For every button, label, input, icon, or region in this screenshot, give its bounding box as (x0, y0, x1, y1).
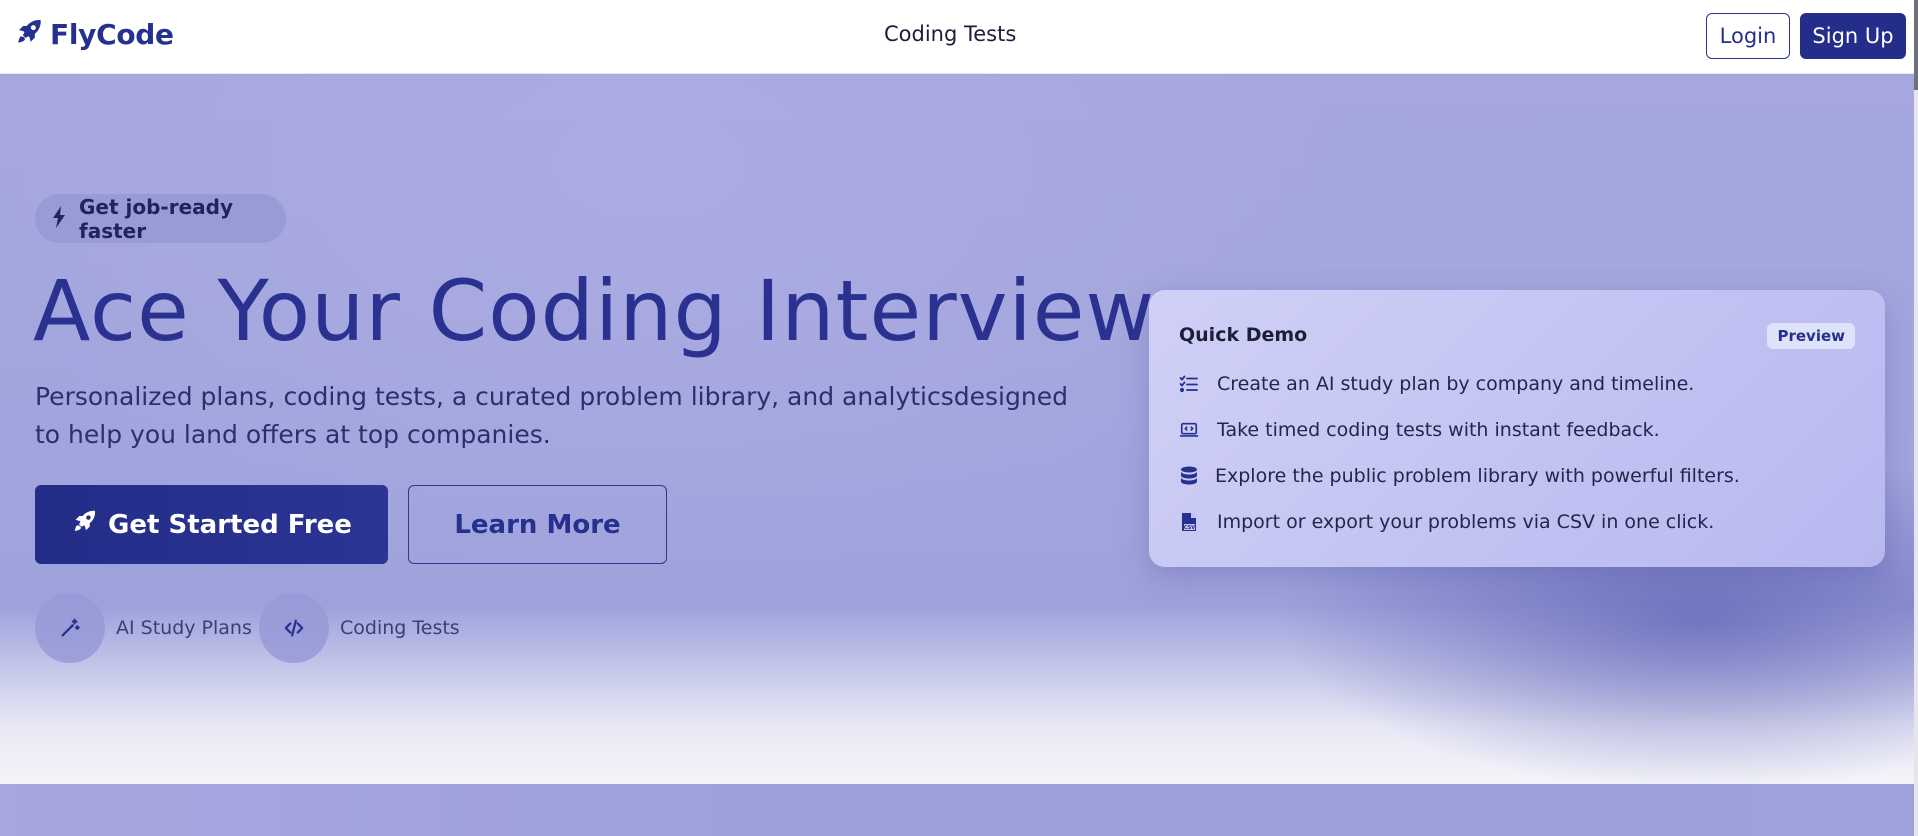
database-icon (1179, 466, 1197, 486)
brand-logo[interactable]: FlyCode (14, 17, 174, 51)
rocket-icon (14, 17, 44, 51)
top-nav: FlyCode Coding Tests Login Sign Up (0, 0, 1918, 74)
demo-item-text: Explore the public problem library with … (1215, 465, 1740, 487)
hero-subheading: Personalized plans, coding tests, a cura… (35, 382, 1068, 449)
nav-coding-tests-link[interactable]: Coding Tests (884, 22, 1016, 46)
feature-label: Coding Tests (340, 617, 460, 639)
demo-item-text: Take timed coding tests with instant fee… (1217, 419, 1660, 441)
next-section-band (0, 784, 1914, 836)
get-started-button[interactable]: Get Started Free (35, 485, 388, 564)
brand-name: FlyCode (50, 17, 174, 51)
magic-wand-icon (35, 593, 105, 663)
learn-more-button[interactable]: Learn More (408, 485, 667, 564)
demo-item: CSV Import or export your problems via C… (1179, 511, 1714, 533)
login-button[interactable]: Login (1706, 13, 1790, 59)
demo-item: Create an AI study plan by company and t… (1179, 373, 1694, 395)
demo-item: Take timed coding tests with instant fee… (1179, 419, 1660, 441)
feature-label: AI Study Plans (116, 617, 252, 639)
bolt-icon (50, 205, 68, 232)
feature-coding-tests: Coding Tests (259, 593, 460, 663)
demo-item-text: Import or export your problems via CSV i… (1217, 511, 1715, 533)
signup-button[interactable]: Sign Up (1800, 13, 1906, 59)
list-check-icon (1179, 374, 1199, 394)
hero-headline: Ace Your Coding Interviews (33, 262, 1200, 360)
feature-ai-study-plans: AI Study Plans (35, 593, 252, 663)
tagline-text: Get job-ready faster (79, 194, 233, 243)
code-icon (259, 593, 329, 663)
quick-demo-card: Quick Demo Preview Create an AI study pl… (1149, 290, 1885, 567)
demo-item-text: Create an AI study plan by company and t… (1217, 373, 1695, 395)
tagline-pill: Get job-ready faster (35, 194, 286, 243)
demo-item: Explore the public problem library with … (1179, 465, 1740, 487)
page-scrollbar[interactable] (1914, 0, 1918, 836)
get-started-label: Get Started Free (108, 509, 352, 540)
rocket-icon (71, 508, 108, 542)
card-title: Quick Demo (1179, 324, 1308, 346)
scrollbar-thumb[interactable] (1914, 0, 1918, 90)
file-csv-icon: CSV (1179, 512, 1197, 532)
laptop-code-icon (1179, 420, 1201, 440)
preview-badge: Preview (1767, 323, 1855, 349)
svg-text:CSV: CSV (1184, 525, 1195, 531)
